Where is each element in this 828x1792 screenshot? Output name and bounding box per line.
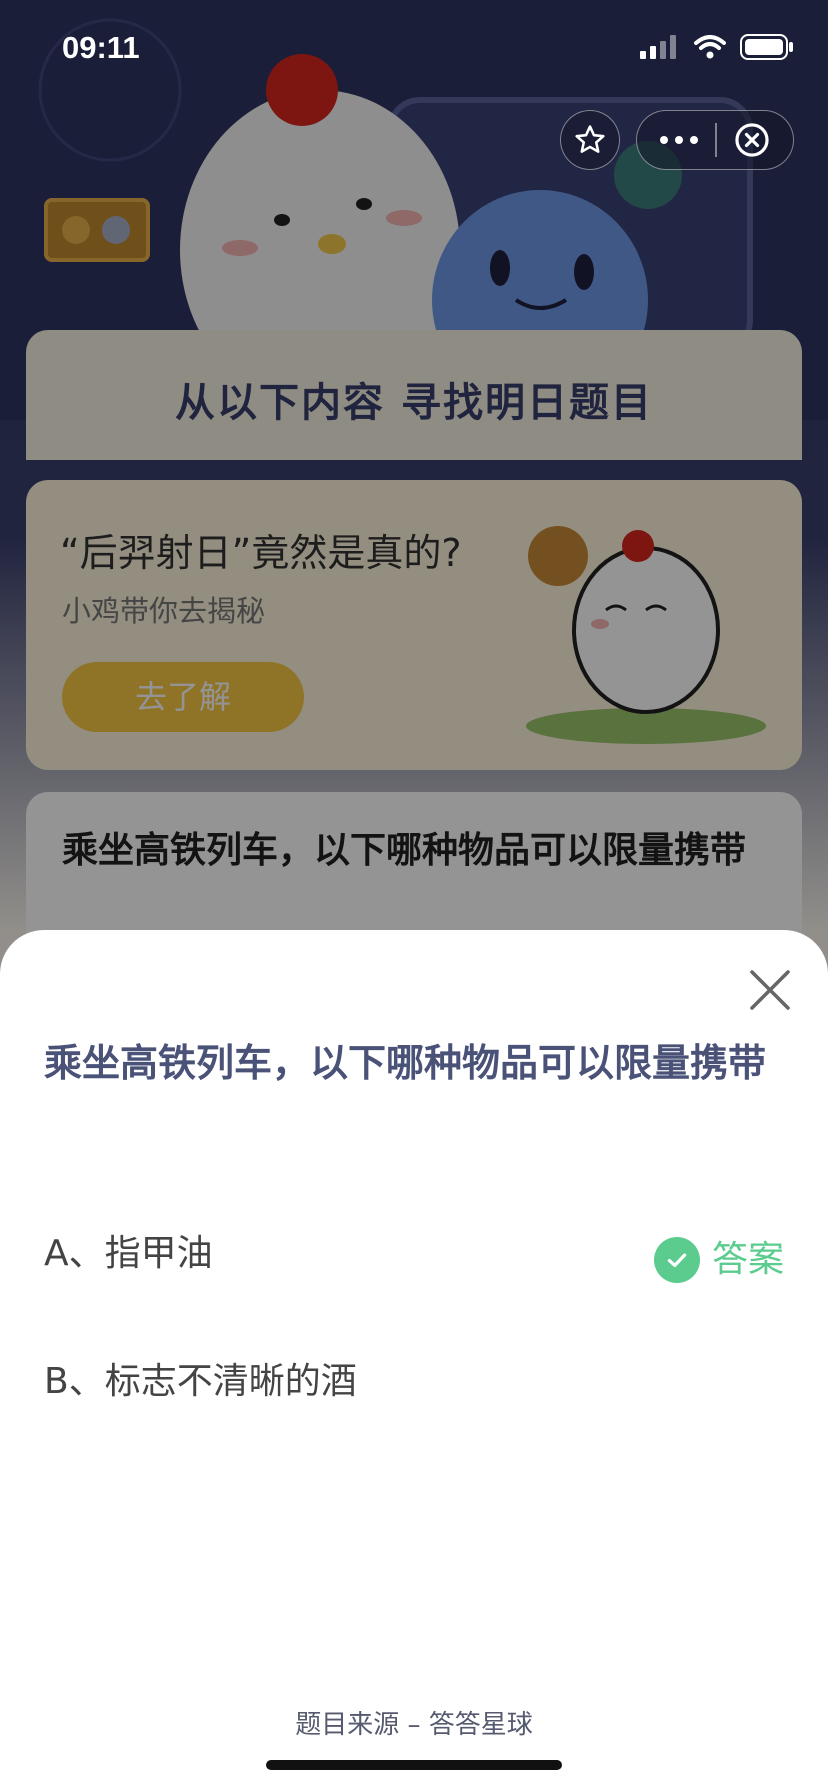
check-icon	[653, 1237, 700, 1283]
answer-label: 答案	[711, 1239, 784, 1280]
capsule-divider	[715, 123, 717, 157]
option-a-label: A、指甲油	[44, 1233, 213, 1274]
option-b[interactable]: B、标志不清晰的酒	[44, 1352, 784, 1412]
answer-badge: 答案	[653, 1230, 784, 1290]
question-source: 题目来源 – 答答星球	[295, 1710, 533, 1740]
sheet-question: 乘坐高铁列车，以下哪种物品可以限量携带	[44, 1041, 767, 1085]
favorite-button[interactable]	[560, 110, 620, 170]
status-icons	[640, 34, 794, 60]
battery-icon	[740, 34, 793, 60]
option-a[interactable]: A、指甲油 答案	[44, 1224, 784, 1284]
screen: 09:11 从以下内容 寻找明日题目 “后羿射日”竟然是真的? 小鸡带你去揭秘 …	[0, 0, 828, 1792]
close-icon[interactable]	[746, 966, 794, 1014]
star-icon	[575, 125, 605, 153]
home-indicator[interactable]	[266, 1760, 562, 1770]
status-time: 09:11	[62, 30, 140, 65]
capsule-menu	[636, 110, 794, 170]
more-icon[interactable]	[659, 135, 699, 145]
option-b-label: B、标志不清晰的酒	[44, 1361, 357, 1402]
exit-icon[interactable]	[733, 121, 771, 159]
answer-sheet: 乘坐高铁列车，以下哪种物品可以限量携带 A、指甲油 答案 B、标志不清晰的酒	[0, 930, 828, 1792]
wifi-icon	[694, 35, 726, 59]
status-bar: 09:11	[0, 0, 828, 100]
signal-icon	[640, 35, 676, 59]
